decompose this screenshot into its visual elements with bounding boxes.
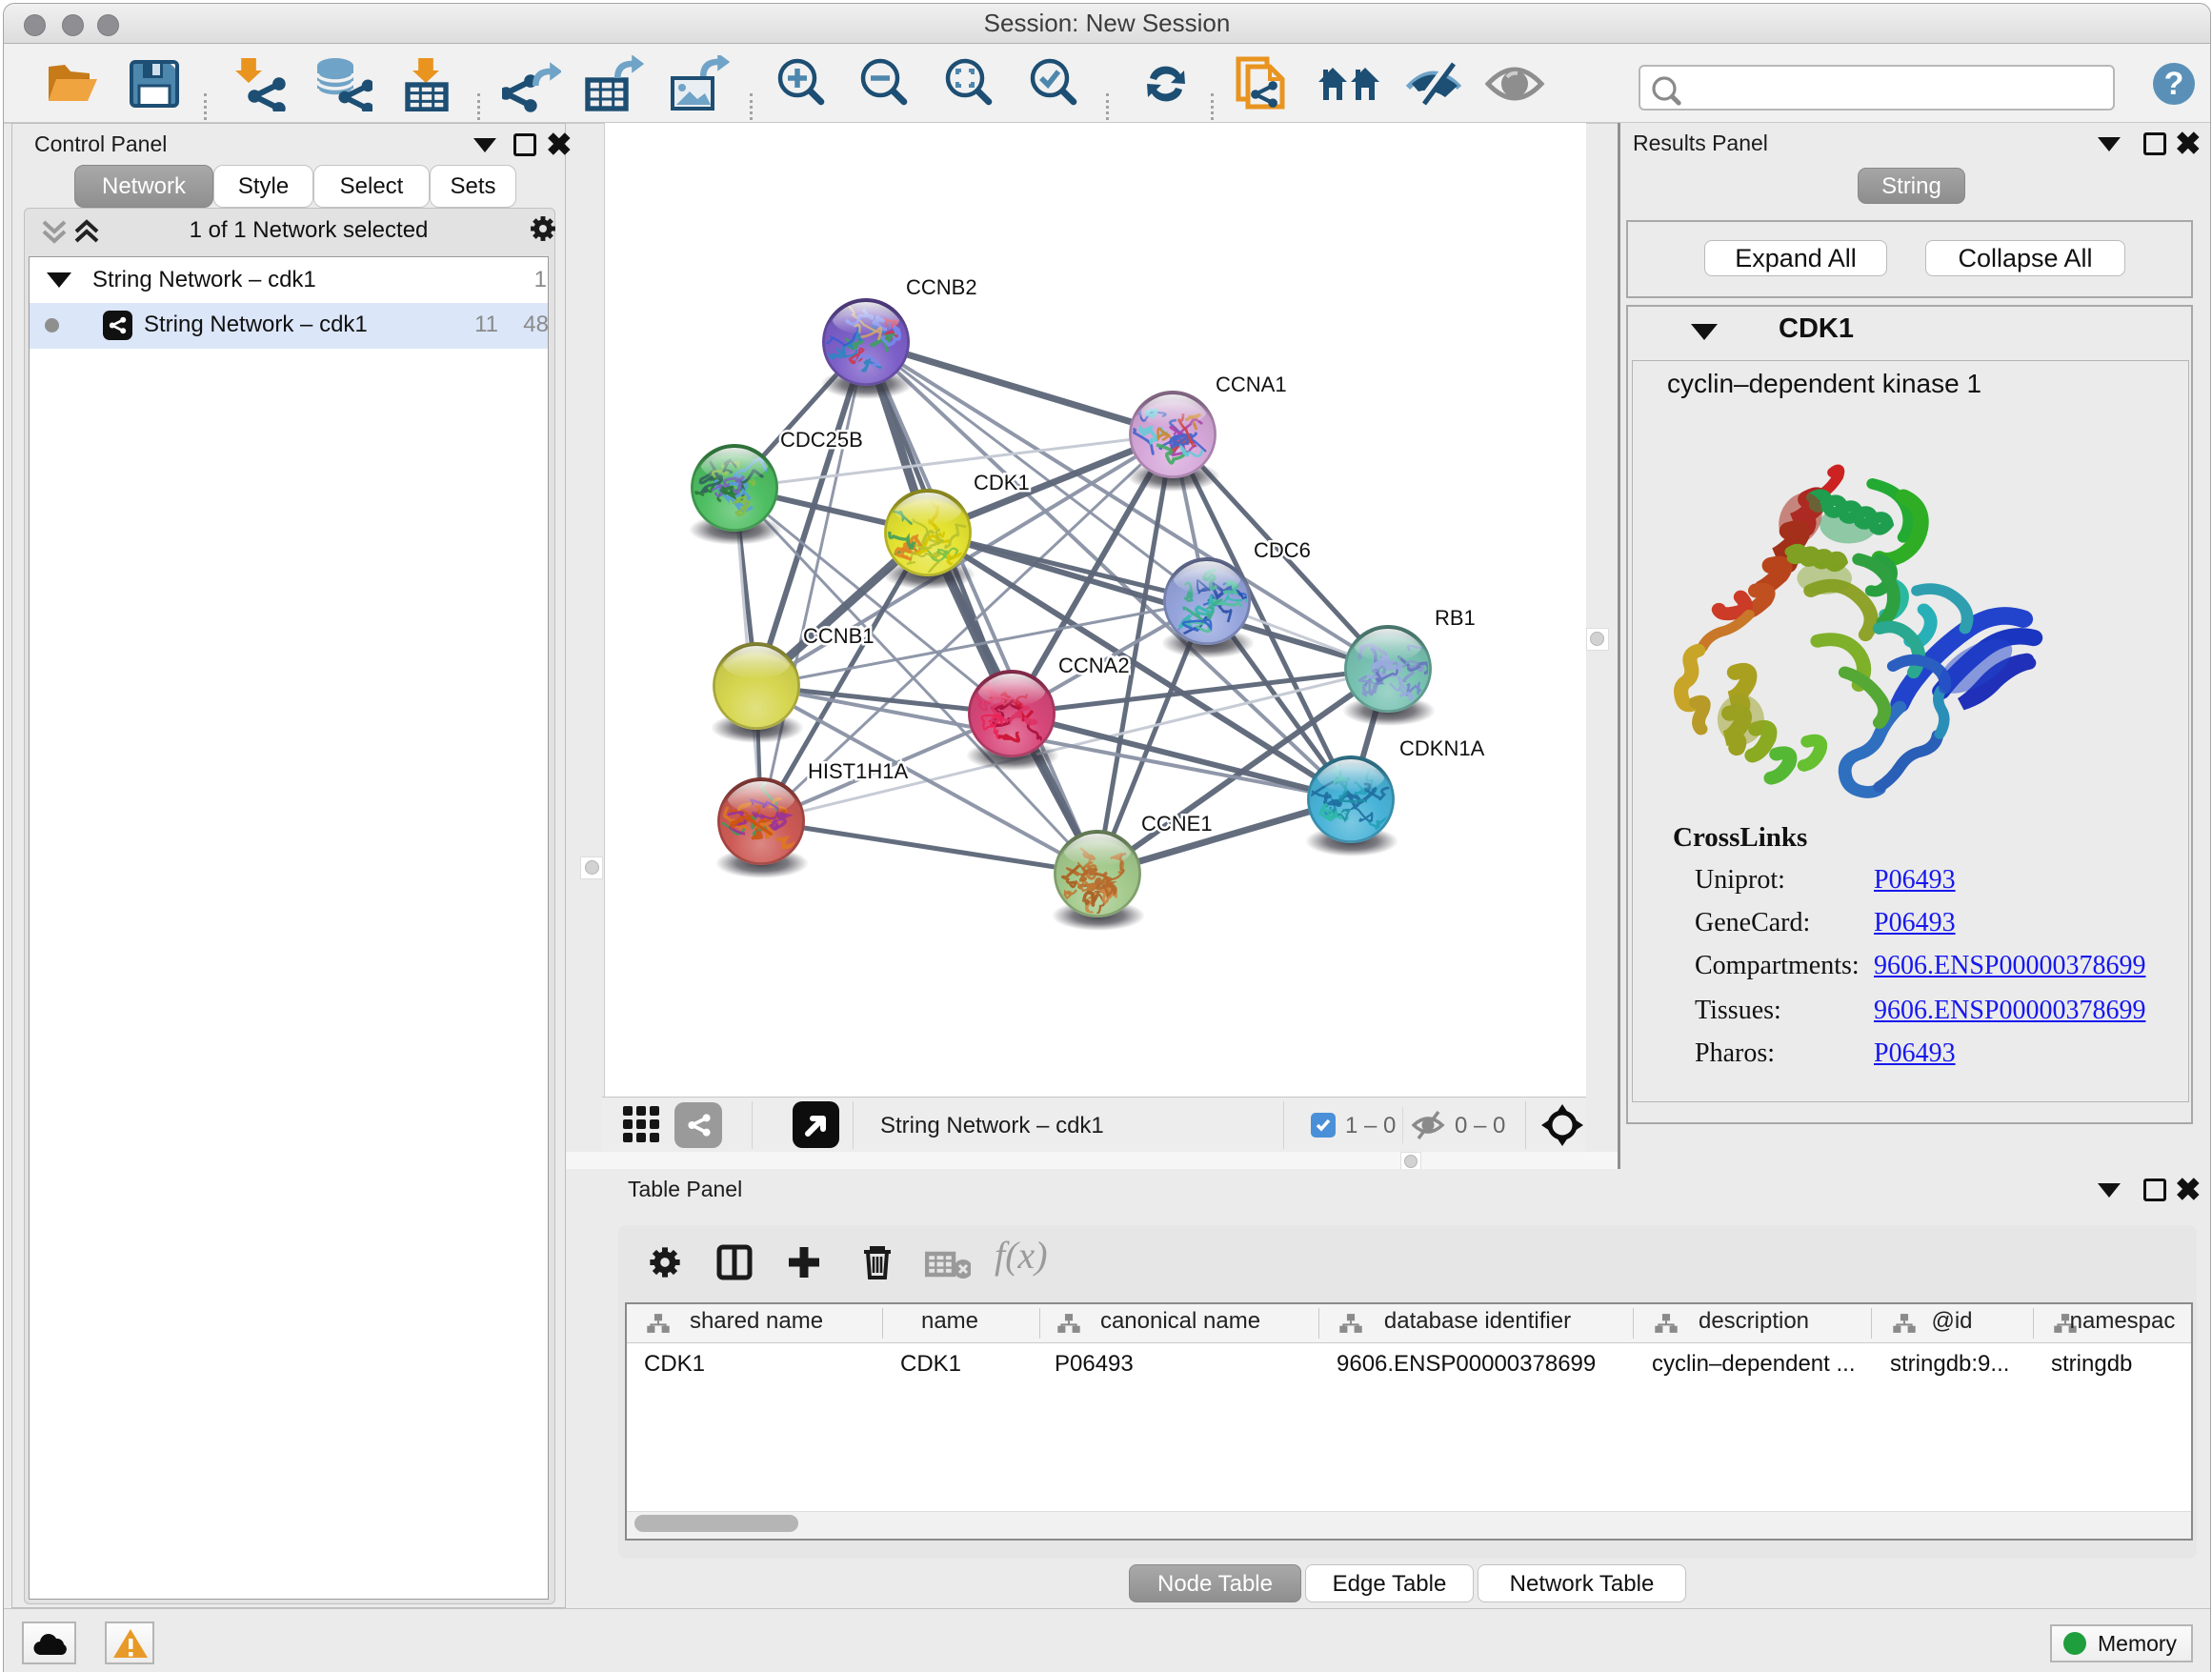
svg-text:RB1: RB1 <box>1435 606 1476 630</box>
svg-text:CDC6: CDC6 <box>1254 538 1311 562</box>
svg-text:CCNA1: CCNA1 <box>1216 373 1287 396</box>
svg-text:CCNB1: CCNB1 <box>803 624 875 648</box>
svg-text:HIST1H1A: HIST1H1A <box>808 759 908 783</box>
svg-text:CDC25B: CDC25B <box>780 428 863 452</box>
svg-text:CCNA2: CCNA2 <box>1058 654 1130 677</box>
svg-text:CDK1: CDK1 <box>974 471 1030 494</box>
svg-text:CCNB2: CCNB2 <box>906 275 977 299</box>
svg-text:CDKN1A: CDKN1A <box>1399 736 1485 760</box>
svg-text:CCNE1: CCNE1 <box>1141 812 1213 836</box>
